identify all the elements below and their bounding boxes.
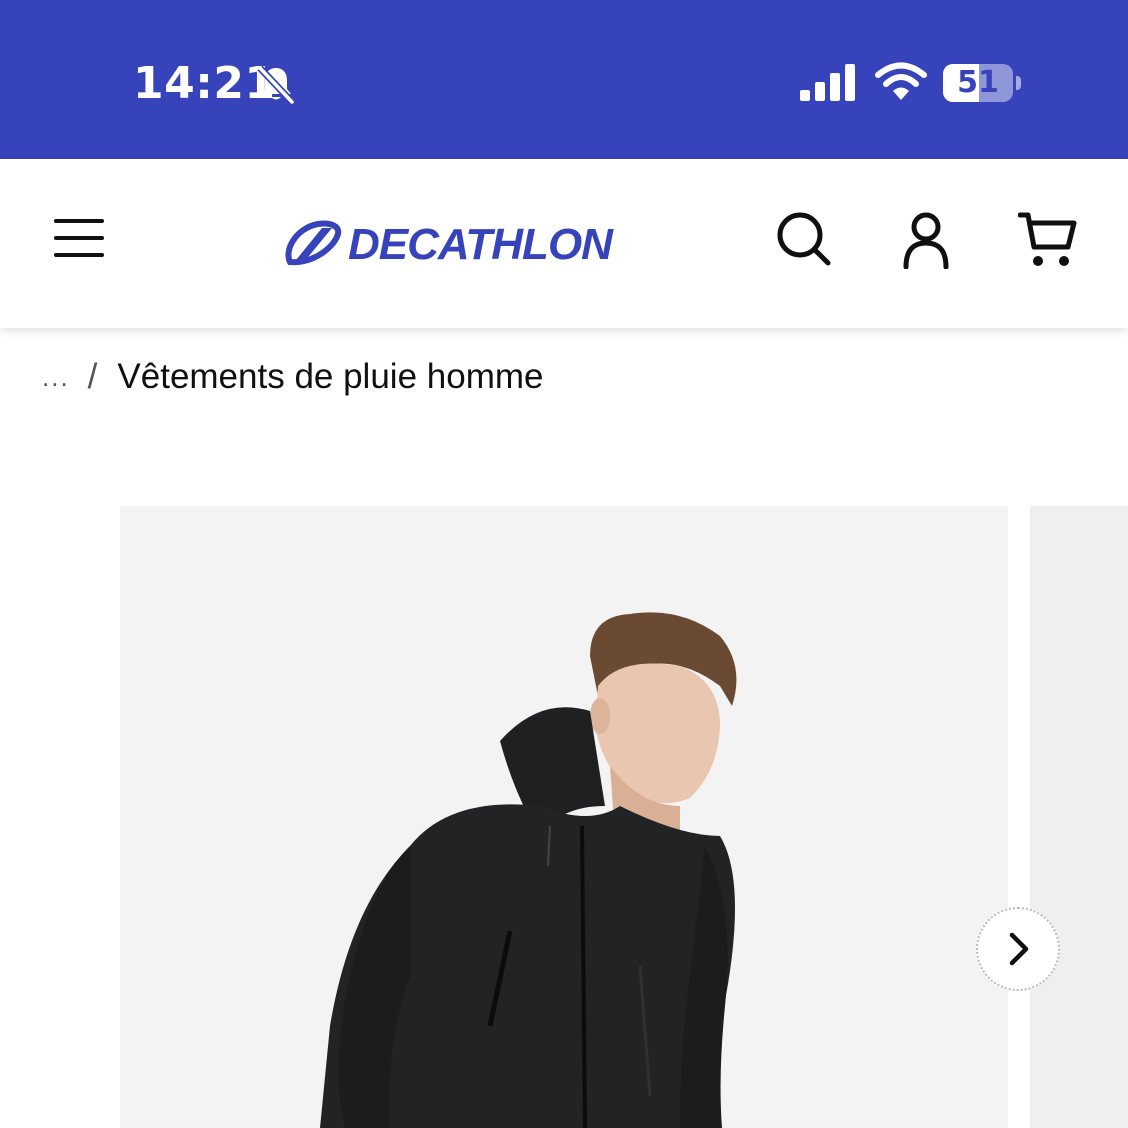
cellular-signal-icon xyxy=(800,64,855,101)
product-image[interactable] xyxy=(120,506,1008,1128)
breadcrumb: ... / Vêtements de pluie homme xyxy=(42,354,543,400)
battery-percent: 51 xyxy=(957,65,999,100)
product-photo-black-rain-jacket xyxy=(320,612,737,1128)
battery-icon: 51 xyxy=(943,64,1023,102)
bell-muted-icon xyxy=(257,65,295,104)
account-icon[interactable] xyxy=(902,211,950,269)
next-image-button[interactable] xyxy=(976,907,1060,991)
status-bar: 14:21 51 xyxy=(0,0,1128,159)
search-icon[interactable] xyxy=(776,211,832,267)
wifi-icon xyxy=(875,62,927,100)
breadcrumb-current[interactable]: Vêtements de pluie homme xyxy=(117,357,543,397)
site-header: DECATHLON xyxy=(0,159,1128,328)
menu-icon[interactable] xyxy=(54,214,106,262)
chevron-right-icon xyxy=(1009,932,1029,966)
decathlon-logo[interactable]: DECATHLON xyxy=(282,217,613,273)
decathlon-logo-icon xyxy=(285,220,342,266)
cart-icon[interactable] xyxy=(1018,211,1078,269)
breadcrumb-ellipsis[interactable]: ... xyxy=(42,362,70,393)
brand-name: DECATHLON xyxy=(348,220,613,269)
breadcrumb-separator: / xyxy=(87,357,98,396)
status-time: 14:21 xyxy=(133,58,276,109)
next-product-image-peek[interactable] xyxy=(1030,506,1128,1128)
